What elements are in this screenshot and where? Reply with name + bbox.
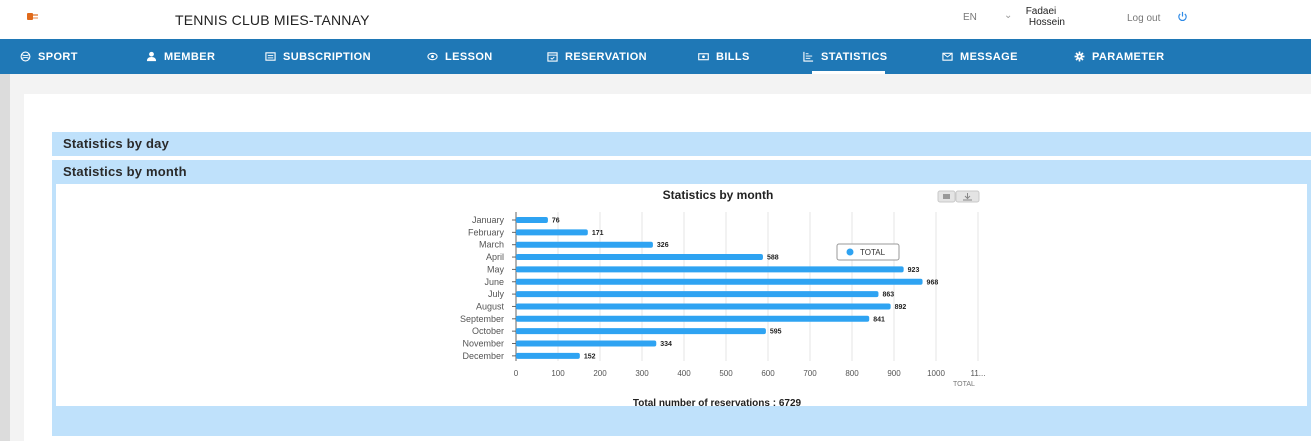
category-label: February bbox=[468, 227, 505, 237]
print-button[interactable] bbox=[937, 190, 956, 203]
bar[interactable] bbox=[516, 291, 879, 298]
bar-value-label: 595 bbox=[770, 329, 782, 336]
x-tick-label: 500 bbox=[719, 369, 733, 378]
x-tick-label: 400 bbox=[677, 369, 691, 378]
bar-value-label: 171 bbox=[592, 230, 604, 237]
category-label: August bbox=[476, 301, 505, 311]
bar-value-label: 841 bbox=[873, 316, 885, 323]
bar[interactable] bbox=[516, 217, 548, 223]
category-label: January bbox=[472, 215, 505, 225]
bar[interactable] bbox=[516, 352, 580, 359]
category-label: December bbox=[462, 351, 504, 361]
chart-legend[interactable]: TOTAL bbox=[836, 243, 900, 261]
category-label: May bbox=[487, 264, 505, 274]
x-tick-label: 600 bbox=[761, 369, 775, 378]
x-tick-label: 200 bbox=[593, 369, 607, 378]
bar-value-label: 152 bbox=[584, 353, 596, 360]
bar-value-label: 588 bbox=[767, 255, 779, 262]
legend-marker bbox=[846, 248, 854, 256]
bar-value-label: 326 bbox=[657, 242, 669, 249]
chart-bars: January 76 February 171 March 326 April 588 May 9… bbox=[460, 215, 938, 361]
x-tick-label: 900 bbox=[887, 369, 901, 378]
x-tick-label: 300 bbox=[635, 369, 649, 378]
x-axis-title: TOTAL bbox=[953, 381, 975, 388]
bar[interactable] bbox=[516, 315, 870, 322]
bar[interactable] bbox=[516, 328, 766, 335]
category-label: April bbox=[486, 252, 504, 262]
category-label: September bbox=[460, 314, 504, 324]
chart-x-ticks: 0 100 200 300 400 500 600 700 800 900 1000 11... bbox=[514, 369, 986, 378]
bar-value-label: 76 bbox=[552, 218, 560, 225]
bar[interactable] bbox=[516, 241, 653, 248]
bar[interactable] bbox=[516, 254, 763, 261]
category-label: June bbox=[484, 277, 504, 287]
x-tick-label: 100 bbox=[551, 369, 565, 378]
bar-value-label: 334 bbox=[660, 341, 672, 348]
printer-icon bbox=[943, 194, 950, 199]
total-reservations: Total number of reservations : 6729 bbox=[633, 398, 802, 409]
x-tick-label: 11... bbox=[971, 369, 986, 378]
bar-value-label: 923 bbox=[908, 267, 920, 274]
category-label: July bbox=[488, 289, 505, 299]
bar[interactable] bbox=[516, 303, 891, 310]
x-tick-label: 1000 bbox=[927, 369, 945, 378]
bar-value-label: 863 bbox=[882, 292, 894, 299]
bar[interactable] bbox=[516, 278, 923, 285]
legend-label: TOTAL bbox=[860, 248, 886, 257]
category-label: March bbox=[479, 240, 504, 250]
bar-value-label: 968 bbox=[927, 279, 939, 286]
bar[interactable] bbox=[516, 229, 588, 236]
chart-title: Statistics by month bbox=[663, 188, 774, 202]
category-label: October bbox=[472, 326, 504, 336]
x-tick-label: 800 bbox=[845, 369, 859, 378]
statistics-by-month-chart: Statistics by month January 76 February 171… bbox=[460, 188, 986, 409]
bar-value-label: 892 bbox=[895, 304, 907, 311]
x-tick-label: 700 bbox=[803, 369, 817, 378]
x-tick-label: 0 bbox=[514, 369, 519, 378]
bar[interactable] bbox=[516, 340, 657, 347]
bar[interactable] bbox=[516, 266, 904, 273]
category-label: November bbox=[462, 339, 504, 349]
download-button[interactable] bbox=[955, 190, 980, 203]
